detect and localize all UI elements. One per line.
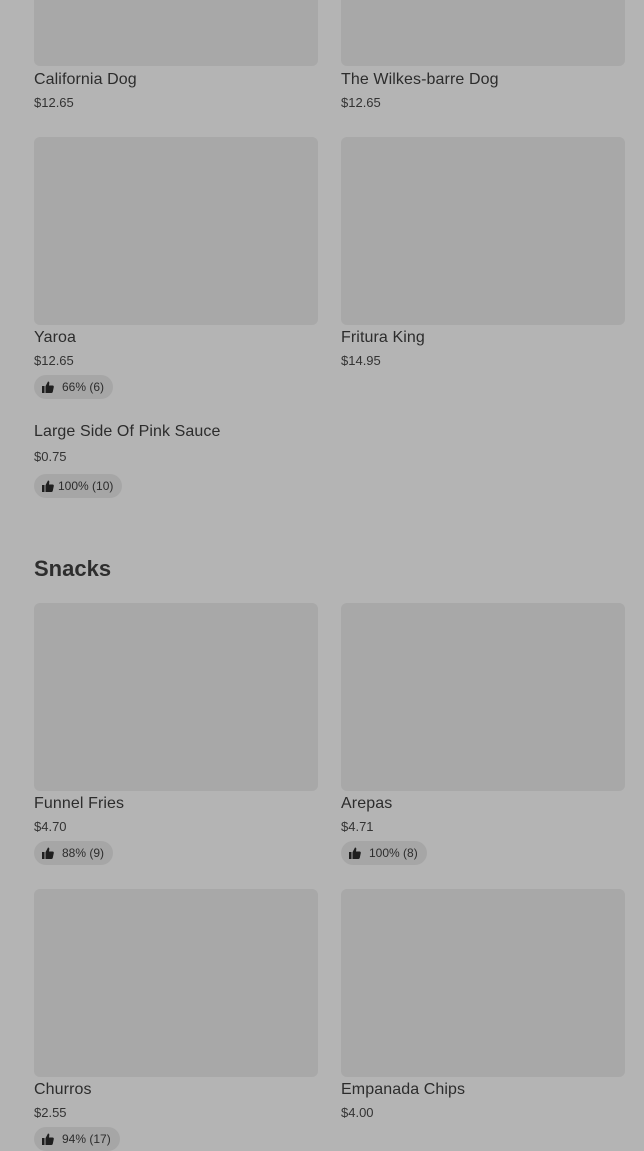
item-price: $4.71 <box>341 819 374 834</box>
item-image <box>341 603 625 791</box>
rating-badge: 100% (10) <box>34 474 123 498</box>
item-price: $12.65 <box>34 353 74 368</box>
item-name: California Dog <box>34 71 137 88</box>
thumbs-up-icon <box>42 480 54 492</box>
item-name: The Wilkes-barre Dog <box>341 71 499 88</box>
item-name: Yaroa <box>34 329 77 346</box>
rating-badge: 66% (6) <box>34 375 114 399</box>
item-image <box>34 889 318 1077</box>
item-name: Large Side Of Pink Sauce <box>34 423 221 440</box>
item-price: $0.75 <box>34 449 67 464</box>
item-image <box>34 137 318 325</box>
item-name: Fritura King <box>341 329 425 346</box>
section-title-snacks: Snacks <box>34 556 112 581</box>
item-name: Churros <box>34 1081 92 1098</box>
item-image <box>341 137 625 325</box>
item-price: $4.70 <box>34 819 67 834</box>
item-price: $14.95 <box>341 353 381 368</box>
item-price: $4.00 <box>341 1105 374 1120</box>
item-name: Arepas <box>341 795 393 812</box>
thumbs-up-icon <box>42 381 54 393</box>
thumbs-up-icon <box>349 847 361 859</box>
item-name: Empanada Chips <box>341 1081 466 1098</box>
rating-text: 66% (6) <box>62 380 105 394</box>
thumbs-up-icon <box>42 847 54 859</box>
rating-badge: 94% (17) <box>34 1127 120 1151</box>
item-image <box>34 0 318 66</box>
rating-text: 100% (8) <box>369 846 418 860</box>
rating-text: 100% (10) <box>58 479 114 493</box>
item-price: $12.65 <box>341 95 381 110</box>
rating-text: 94% (17) <box>62 1132 111 1146</box>
item-image <box>341 889 625 1077</box>
rating-badge: 100% (8) <box>341 841 427 865</box>
item-price: $12.65 <box>34 95 74 110</box>
item-image <box>34 603 318 791</box>
item-price: $2.55 <box>34 1105 67 1120</box>
item-name: Funnel Fries <box>34 795 125 812</box>
rating-text: 88% (9) <box>62 846 105 860</box>
item-image <box>341 0 625 66</box>
rating-badge: 88% (9) <box>34 841 114 865</box>
